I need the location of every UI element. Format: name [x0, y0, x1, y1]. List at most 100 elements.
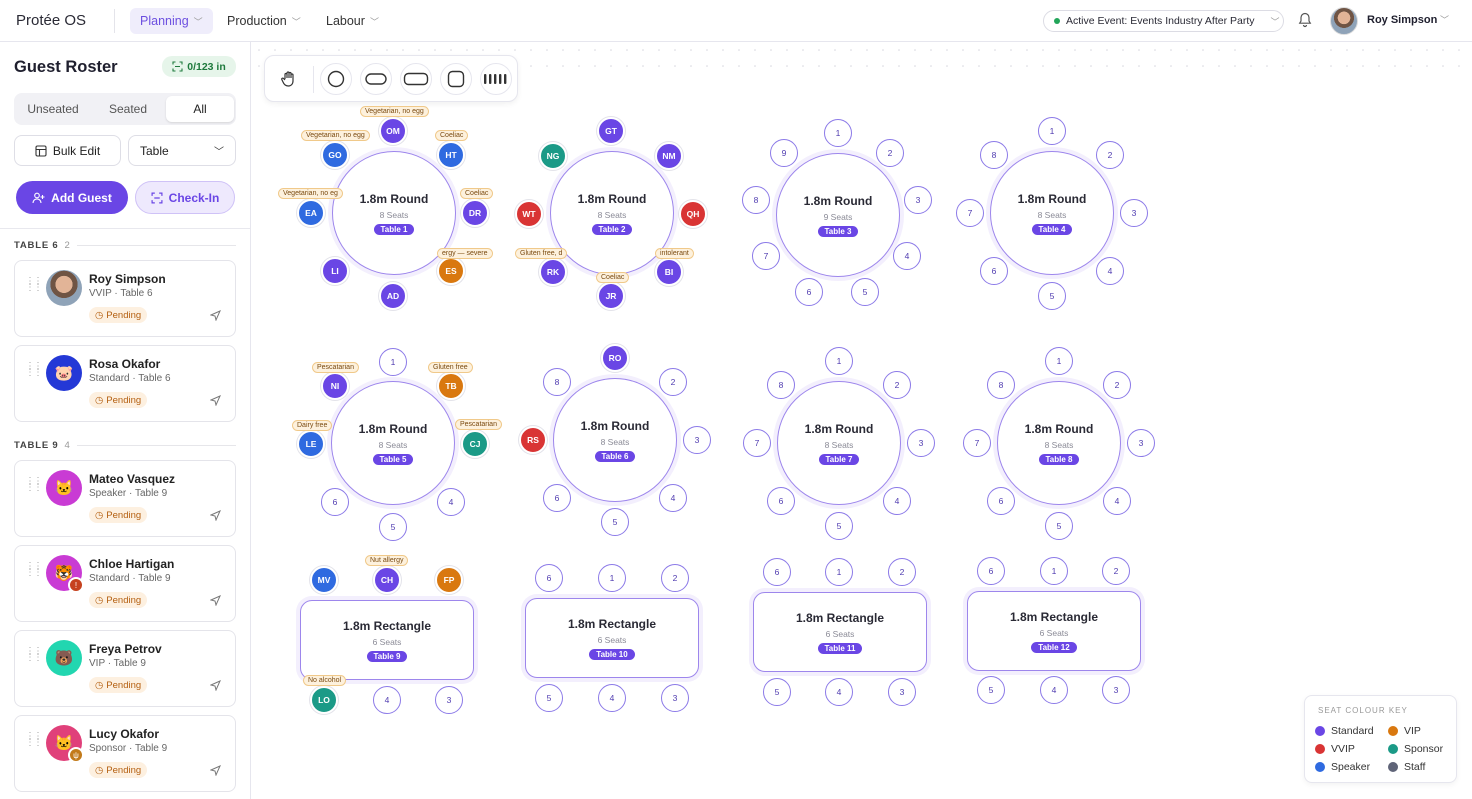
seat-guest[interactable]: EA — [297, 199, 325, 227]
table-6[interactable]: 1.8m Round 8 Seats Table 6 — [553, 378, 677, 502]
seat-empty[interactable]: 6 — [763, 558, 791, 586]
seat-empty[interactable]: 3 — [1102, 676, 1130, 704]
seat-empty[interactable]: 1 — [1045, 347, 1073, 375]
seat-empty[interactable]: 3 — [661, 684, 689, 712]
table-9[interactable]: 1.8m Rectangle 6 Seats Table 9 — [300, 600, 474, 680]
seat-empty[interactable]: 6 — [977, 557, 1005, 585]
seat-guest[interactable]: RK — [539, 258, 567, 286]
seat-empty[interactable]: 6 — [535, 564, 563, 592]
seat-empty[interactable]: 1 — [1040, 557, 1068, 585]
seat-empty[interactable]: 4 — [1103, 487, 1131, 515]
seat-empty[interactable]: 5 — [851, 278, 879, 306]
seat-empty[interactable]: 4 — [598, 684, 626, 712]
send-icon[interactable] — [210, 395, 221, 406]
row-seating-tool-button[interactable] — [480, 63, 512, 95]
seat-empty[interactable]: 2 — [1103, 371, 1131, 399]
table-11[interactable]: 1.8m Rectangle 6 Seats Table 11 — [753, 592, 927, 672]
seat-empty[interactable]: 6 — [543, 484, 571, 512]
seat-empty[interactable]: 3 — [907, 429, 935, 457]
seat-empty[interactable]: 1 — [825, 558, 853, 586]
seat-empty[interactable]: 7 — [963, 429, 991, 457]
seat-empty[interactable]: 5 — [379, 513, 407, 541]
round-table-tool-button[interactable] — [320, 63, 352, 95]
seat-empty[interactable]: 3 — [1120, 199, 1148, 227]
seat-empty[interactable]: 3 — [1127, 429, 1155, 457]
guest-card[interactable]: ⋮⋮ ⋮⋮ 🐯 ! Chloe Hartigan Standard · Table… — [14, 545, 236, 622]
seat-empty[interactable]: 2 — [661, 564, 689, 592]
seat-guest[interactable]: LE — [297, 430, 325, 458]
seat-empty[interactable]: 4 — [437, 488, 465, 516]
seat-empty[interactable]: 4 — [825, 678, 853, 706]
seat-guest[interactable]: LI — [321, 257, 349, 285]
seat-empty[interactable]: 8 — [742, 186, 770, 214]
seat-empty[interactable]: 5 — [825, 512, 853, 540]
active-event-selector[interactable]: Active Event: Events Industry After Part… — [1043, 10, 1284, 32]
seat-guest[interactable]: CJ — [461, 430, 489, 458]
table-3[interactable]: 1.8m Round 9 Seats Table 3 — [776, 153, 900, 277]
seat-empty[interactable]: 9 — [770, 139, 798, 167]
bell-icon[interactable] — [1298, 12, 1312, 28]
table-7[interactable]: 1.8m Round 8 Seats Table 7 — [777, 381, 901, 505]
drag-handle-icon[interactable]: ⋮⋮ ⋮⋮ — [25, 277, 43, 293]
seat-guest[interactable]: MV — [310, 566, 338, 594]
table-10[interactable]: 1.8m Rectangle 6 Seats Table 10 — [525, 598, 699, 678]
seat-guest[interactable]: GO — [321, 141, 349, 169]
rectangle-table-tool-button[interactable] — [400, 63, 432, 95]
seat-guest[interactable]: BI — [655, 258, 683, 286]
seat-guest[interactable]: HT — [437, 141, 465, 169]
nav-planning[interactable]: Planning ﹀ — [130, 8, 213, 34]
seat-empty[interactable]: 4 — [883, 487, 911, 515]
table-8[interactable]: 1.8m Round 8 Seats Table 8 — [997, 381, 1121, 505]
seat-empty[interactable]: 1 — [824, 119, 852, 147]
table-5[interactable]: 1.8m Round 8 Seats Table 5 — [331, 381, 455, 505]
guest-card[interactable]: ⋮⋮ ⋮⋮ 🐷 Rosa Okafor Standard · Table 6 ◷ P… — [14, 345, 236, 422]
hand-tool-button[interactable] — [273, 63, 305, 95]
drag-handle-icon[interactable]: ⋮⋮ ⋮⋮ — [25, 647, 43, 663]
seat-guest[interactable]: OM — [379, 117, 407, 145]
group-by-select[interactable]: Table ﹀ — [128, 135, 236, 166]
tab-all[interactable]: All — [166, 96, 234, 122]
seat-guest[interactable]: NI — [321, 372, 349, 400]
send-icon[interactable] — [210, 510, 221, 521]
seat-empty[interactable]: 4 — [893, 242, 921, 270]
seat-empty[interactable]: 2 — [1102, 557, 1130, 585]
seat-guest[interactable]: LO — [310, 686, 338, 714]
drag-handle-icon[interactable]: ⋮⋮ ⋮⋮ — [25, 562, 43, 578]
seat-empty[interactable]: 8 — [980, 141, 1008, 169]
seat-empty[interactable]: 5 — [1045, 512, 1073, 540]
seat-empty[interactable]: 7 — [752, 242, 780, 270]
seat-empty[interactable]: 1 — [598, 564, 626, 592]
guest-card[interactable]: ⋮⋮ ⋮⋮ 🐱 Mateo Vasquez Speaker · Table 9 ◷… — [14, 460, 236, 537]
square-table-tool-button[interactable] — [440, 63, 472, 95]
seat-empty[interactable]: 5 — [977, 676, 1005, 704]
seat-guest[interactable]: QH — [679, 200, 707, 228]
seat-guest[interactable]: RS — [519, 426, 547, 454]
seat-guest[interactable]: GT — [597, 117, 625, 145]
seat-empty[interactable]: 5 — [535, 684, 563, 712]
seat-empty[interactable]: 2 — [888, 558, 916, 586]
seat-guest[interactable]: NG — [539, 142, 567, 170]
seat-empty[interactable]: 6 — [980, 257, 1008, 285]
user-name[interactable]: Roy Simpson — [1367, 14, 1437, 26]
seat-empty[interactable]: 8 — [767, 371, 795, 399]
seat-empty[interactable]: 8 — [987, 371, 1015, 399]
seat-guest[interactable]: CH — [373, 566, 401, 594]
seat-empty[interactable]: 4 — [659, 484, 687, 512]
seat-empty[interactable]: 2 — [883, 371, 911, 399]
seat-empty[interactable]: 2 — [659, 368, 687, 396]
seat-empty[interactable]: 3 — [435, 686, 463, 714]
drag-handle-icon[interactable]: ⋮⋮ ⋮⋮ — [25, 362, 43, 378]
chevron-down-icon[interactable]: ﹀ — [1440, 13, 1449, 26]
check-in-button[interactable]: Check-In — [135, 181, 235, 214]
drag-handle-icon[interactable]: ⋮⋮ ⋮⋮ — [25, 732, 43, 748]
seat-empty[interactable]: 1 — [379, 348, 407, 376]
send-icon[interactable] — [210, 595, 221, 606]
seat-empty[interactable]: 3 — [888, 678, 916, 706]
seat-empty[interactable]: 1 — [1038, 117, 1066, 145]
drag-handle-icon[interactable]: ⋮⋮ ⋮⋮ — [25, 477, 43, 493]
seat-guest[interactable]: AD — [379, 282, 407, 310]
seat-guest[interactable]: JR — [597, 282, 625, 310]
guest-card[interactable]: ⋮⋮ ⋮⋮ Roy Simpson VVIP · Table 6 ◷ Pending — [14, 260, 236, 337]
seat-empty[interactable]: 3 — [904, 186, 932, 214]
oval-table-tool-button[interactable] — [360, 63, 392, 95]
